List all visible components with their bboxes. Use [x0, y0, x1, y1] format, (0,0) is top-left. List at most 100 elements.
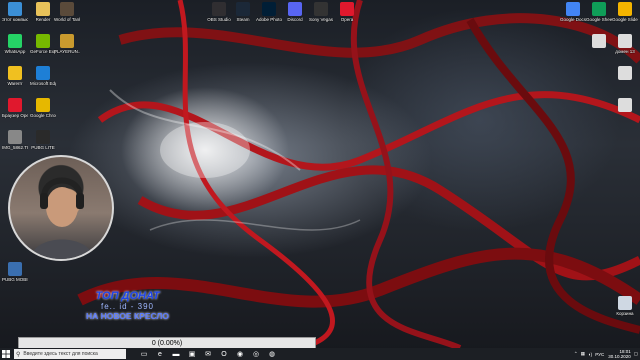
steam-icon[interactable]: ◎ — [248, 348, 264, 360]
desktop-shortcut-label: PUBG LITE — [31, 145, 55, 150]
desktop-shortcut[interactable]: Корзина — [612, 296, 638, 316]
clock-date: 30.10.2020 — [608, 354, 631, 359]
computer-icon — [8, 2, 22, 16]
discord-icon — [288, 2, 302, 16]
donation-goal-widget: ТОП ДОНАТ fe.. id - 390 НА НОВОЕ КРЕСЛО — [70, 290, 185, 321]
desktop-shortcut[interactable]: PLAYERUN... BATTLEGR... — [54, 34, 80, 54]
desktop-shortcut[interactable] — [612, 66, 638, 81]
desktop-shortcut-label: Steam — [236, 17, 250, 22]
streamer-silhouette — [30, 177, 94, 259]
desktop-shortcut[interactable]: PUBG MOBILE — [2, 262, 28, 282]
task-view-icon[interactable]: ▭ — [136, 348, 152, 360]
desktop-shortcut-label: Google Docs — [560, 17, 586, 22]
edge-icon[interactable]: e — [152, 348, 168, 360]
folder-icon — [36, 2, 50, 16]
start-button[interactable] — [0, 348, 12, 360]
desktop-shortcut[interactable]: IMG_5862.TI — [2, 130, 28, 150]
desktop-shortcut-label: GeForce Experience — [30, 49, 56, 54]
desktop-shortcut[interactable] — [612, 98, 638, 113]
obs-icon — [212, 2, 226, 16]
desktop-shortcut-label: WhatsApp — [4, 49, 26, 54]
desktop-shortcut[interactable] — [586, 34, 612, 49]
mail-icon[interactable]: ✉ — [200, 348, 216, 360]
desktop-shortcut[interactable]: GeForce Experience — [30, 34, 56, 54]
google-docs-icon — [566, 2, 580, 16]
desktop-shortcut-label: Google Slides — [612, 17, 638, 22]
google-slides-icon — [618, 2, 632, 16]
desktop-shortcut[interactable]: Google Slides — [612, 2, 638, 22]
obs-icon[interactable]: ◉ — [232, 348, 248, 360]
desktop-shortcut-label: Этот компьютер — [2, 17, 28, 22]
donation-subtitle: fe.. id - 390 — [100, 302, 155, 311]
steam-icon — [236, 2, 250, 16]
network-icon[interactable]: ▦ — [581, 351, 585, 357]
desktop-shortcut[interactable]: Google Sheets — [586, 2, 612, 22]
desktop-shortcut[interactable]: Warerrr — [2, 66, 28, 86]
folder-icon[interactable]: ▬ — [168, 348, 184, 360]
desktop-shortcut-label: Opera — [340, 17, 354, 22]
pubg-icon — [60, 34, 74, 48]
film-icon — [314, 2, 328, 16]
desktop-shortcut[interactable]: Браузер Opera — [2, 98, 28, 118]
desktop-shortcut[interactable]: Render — [30, 2, 56, 22]
language-indicator[interactable]: РУС — [595, 352, 604, 357]
desktop-shortcut-label: IMG_5862.TI — [2, 145, 28, 150]
recycle-bin-icon — [618, 296, 632, 310]
desktop-shortcut-label: Render — [35, 17, 51, 22]
desktop-shortcut-label: Warerrr — [7, 81, 23, 86]
desktop-shortcut-label: OBS Studio — [207, 17, 231, 22]
desktop-shortcut[interactable]: Sony Vegas — [308, 2, 334, 22]
system-tray: ⌃ ▦ ◖) РУС 18:01 30.10.2020 ▢ — [574, 348, 638, 360]
desktop-shortcut[interactable]: Google Docs — [560, 2, 586, 22]
pubg-mobile-icon — [8, 262, 22, 276]
image-file-icon — [8, 130, 22, 144]
webcam-overlay — [8, 155, 114, 261]
desktop-shortcut-label: World of Tanks — [54, 17, 80, 22]
donation-goal-text: НА НОВОЕ КРЕСЛО — [86, 311, 169, 321]
chrome-icon[interactable]: ◍ — [264, 348, 280, 360]
desktop-shortcut[interactable]: Adobe Photosh... — [256, 2, 282, 22]
chrome-icon — [36, 98, 50, 112]
search-icon: ⚲ — [16, 351, 21, 358]
lightning-icon — [8, 66, 22, 80]
opera-icon[interactable]: O — [216, 348, 232, 360]
edge-icon — [36, 66, 50, 80]
notification-icon[interactable]: ▢ — [634, 351, 638, 357]
taskbar: ⚲ Введите здесь текст для поиска ▭ e ▬ ▣ ✉ O ◉… — [0, 348, 640, 360]
whatsapp-icon — [8, 34, 22, 48]
desktop-shortcut[interactable]: Steam — [230, 2, 256, 22]
photoshop-icon — [262, 2, 276, 16]
desktop-shortcut-label: PUBG MOBILE — [2, 277, 28, 282]
desktop-shortcut[interactable]: Этот компьютер — [2, 2, 28, 22]
desktop-shortcut[interactable]: Google Chrome — [30, 98, 56, 118]
opera-icon — [340, 2, 354, 16]
desktop-shortcut[interactable]: OBS Studio — [206, 2, 232, 22]
tank-game-icon — [60, 2, 74, 16]
desktop-shortcut-label: Браузер Opera — [2, 113, 28, 118]
store-icon[interactable]: ▣ — [184, 348, 200, 360]
document-icon — [592, 34, 606, 48]
desktop-shortcut[interactable]: Microsoft Edge — [30, 66, 56, 86]
desktop-shortcut-label: Adobe Photosh... — [256, 17, 282, 22]
windows-logo-icon — [2, 350, 10, 358]
desktop-shortcut-label: Google Chrome — [30, 113, 56, 118]
opera-icon — [8, 98, 22, 112]
desktop-shortcut-label: Microsoft Edge — [30, 81, 56, 86]
volume-icon[interactable]: ◖) — [588, 352, 592, 357]
chevron-up-icon[interactable]: ⌃ — [574, 351, 578, 357]
desktop-shortcut-label: Корзина — [616, 311, 634, 316]
desktop-shortcut[interactable]: домен 13 — [612, 34, 638, 54]
clock[interactable]: 18:01 30.10.2020 — [608, 349, 631, 359]
desktop-shortcut[interactable]: PUBG LITE — [30, 130, 56, 150]
desktop-shortcut[interactable]: Discord — [282, 2, 308, 22]
desktop-shortcut-label: домен 13 — [615, 49, 635, 54]
document-icon — [618, 34, 632, 48]
desktop-shortcut[interactable]: World of Tanks — [54, 2, 80, 22]
desktop-shortcut[interactable]: Opera — [334, 2, 360, 22]
desktop-shortcut-label: Google Sheets — [586, 17, 612, 22]
donation-progress-text: 0 (0.00%) — [151, 339, 183, 347]
document-icon — [618, 98, 632, 112]
desktop-shortcut[interactable]: WhatsApp — [2, 34, 28, 54]
desktop-shortcut-label: PLAYERUN... BATTLEGR... — [54, 49, 80, 54]
taskbar-search-box[interactable]: ⚲ Введите здесь текст для поиска — [14, 349, 126, 359]
